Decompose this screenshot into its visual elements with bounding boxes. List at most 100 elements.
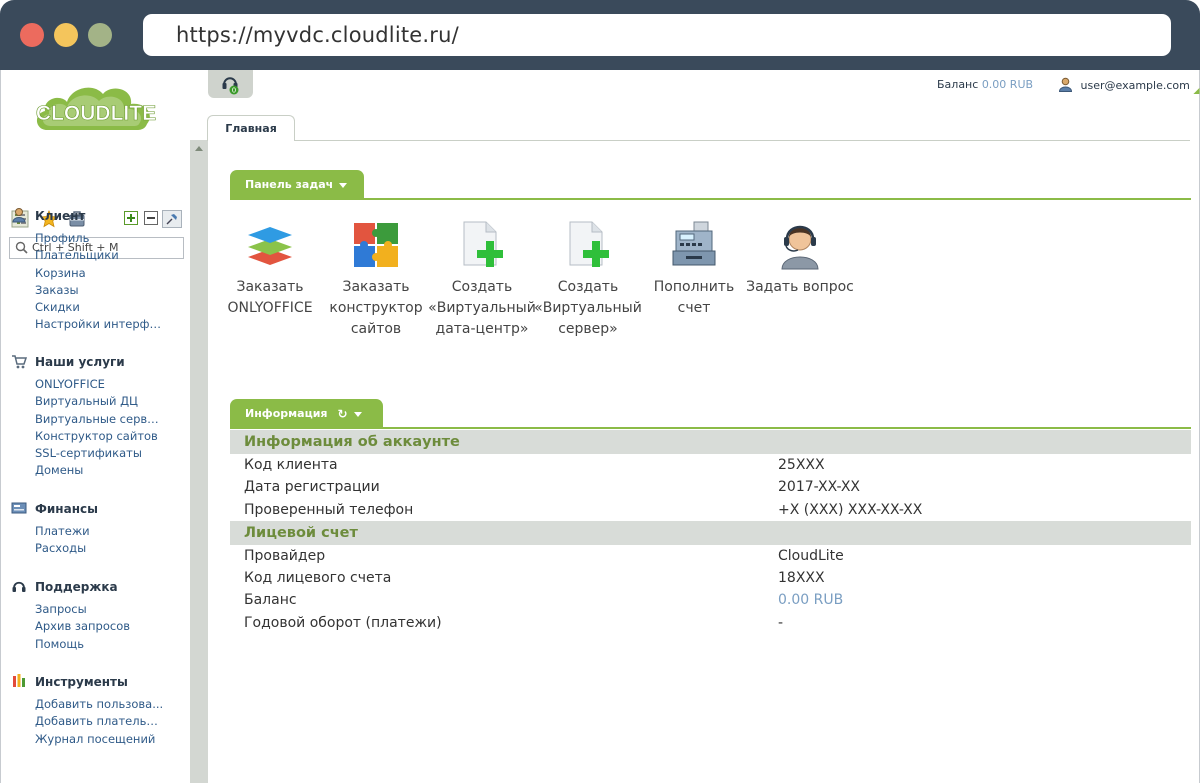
chevron-down-icon[interactable] — [353, 411, 362, 417]
nav-section-tools: Инструменты Добавить пользова... Добавит… — [11, 673, 165, 748]
cash-register-icon — [672, 221, 716, 266]
sidebar-item-payers[interactable]: Плательщики — [35, 247, 165, 264]
nav-head-support[interactable]: Поддержка — [11, 578, 165, 596]
row-key: Проверенный телефон — [244, 501, 414, 518]
sidebar-item-domains[interactable]: Домены — [35, 462, 165, 479]
taskpanel-header[interactable]: Панель задач — [230, 170, 364, 199]
infopanel-divider — [230, 427, 1191, 429]
support-agent-icon — [781, 225, 819, 270]
table-row: Годовой оборот (платежи) - — [230, 612, 1191, 634]
sidebar-item-add-user[interactable]: Добавить пользова... — [35, 696, 165, 713]
headset-icon — [11, 578, 27, 599]
taskpanel-divider — [230, 198, 1191, 200]
tools-icon — [11, 673, 27, 694]
user-menu[interactable]: user@example.com ◢ — [1058, 77, 1200, 95]
support-button[interactable]: 0 — [208, 70, 253, 98]
right-edge — [1191, 98, 1199, 783]
sidebar: CLOUDLITE Ctrl + Shift + M Клиент Профил… — [1, 70, 190, 783]
sidebar-item-expenses[interactable]: Расходы — [35, 540, 165, 557]
task-create-virtual-dc[interactable]: Создать «Виртуальный дата-центр» — [428, 219, 536, 340]
row-key: Годовой оборот (платежи) — [244, 614, 442, 631]
task-label: Заказать конструктор сайтов — [329, 279, 423, 337]
sidebar-item-help[interactable]: Помощь — [35, 636, 165, 653]
maximize-window-button[interactable] — [88, 23, 112, 47]
nav-section-services: Наши услуги ONLYOFFICE Виртуальный ДЦ Ви… — [11, 353, 165, 480]
task-order-onlyoffice[interactable]: Заказать ONLYOFFICE — [216, 219, 324, 319]
row-value: +X (XXX) XXX-XX-XX — [778, 501, 923, 518]
balance-value[interactable]: 0.00 RUB — [982, 78, 1033, 91]
address-bar[interactable]: https://myvdc.cloudlite.ru/ — [143, 14, 1171, 56]
infopanel-header[interactable]: Информация ↻ — [230, 399, 383, 428]
sidebar-item-request-archive[interactable]: Архив запросов — [35, 618, 165, 635]
task-top-up-balance[interactable]: Пополнить счет — [640, 219, 748, 319]
support-badge: 0 — [232, 87, 236, 95]
nav-section-support: Поддержка Запросы Архив запросов Помощь — [11, 578, 165, 653]
sidebar-item-site-builder[interactable]: Конструктор сайтов — [35, 428, 165, 445]
logo-text: CLOUDLITE — [36, 102, 156, 125]
nav-head-tools[interactable]: Инструменты — [11, 673, 165, 691]
row-key: Код клиента — [244, 457, 338, 473]
table-row: Код клиента 25XXX — [230, 454, 1191, 476]
minimize-window-button[interactable] — [54, 23, 78, 47]
browser-chrome: https://myvdc.cloudlite.ru/ — [0, 0, 1200, 70]
new-document-icon — [463, 221, 503, 267]
row-key: Баланс — [244, 592, 297, 609]
main-content: Панель задач Заказать ONLYOFFICE Заказат… — [208, 141, 1191, 783]
balance-label: Баланс — [937, 78, 979, 91]
sidebar-item-requests[interactable]: Запросы — [35, 601, 165, 618]
sidebar-item-payments[interactable]: Платежи — [35, 523, 165, 540]
collapse-arrow-icon[interactable] — [195, 146, 203, 151]
sidebar-item-visit-log[interactable]: Журнал посещений — [35, 731, 165, 748]
refresh-icon[interactable]: ↻ — [338, 400, 348, 429]
user-avatar-icon — [1058, 77, 1073, 95]
onlyoffice-icon — [248, 227, 292, 265]
finance-icon — [11, 500, 27, 521]
table-row: Проверенный телефон +X (XXX) XXX-XX-XX — [230, 499, 1191, 521]
sidebar-splitter[interactable] — [190, 140, 208, 783]
nav-section-client: Клиент Профиль Плательщики Корзина Заказ… — [11, 207, 165, 334]
puzzle-icon — [354, 223, 398, 267]
cart-icon — [11, 353, 28, 374]
table-row: Дата регистрации 2017-XX-XX — [230, 476, 1191, 498]
sidebar-item-virtual-dc[interactable]: Виртуальный ДЦ — [35, 393, 165, 410]
info-table: Информация об аккаунте Код клиента 25XXX… — [230, 430, 1191, 634]
table-row: Провайдер CloudLite — [230, 545, 1191, 567]
infopanel-title: Информация — [245, 407, 328, 420]
sidebar-item-onlyoffice[interactable]: ONLYOFFICE — [35, 376, 165, 393]
task-ask-question[interactable]: Задать вопрос — [746, 219, 854, 298]
close-window-button[interactable] — [20, 23, 44, 47]
row-value: 25XXX — [778, 457, 825, 473]
balance-display: Баланс 0.00 RUB — [937, 78, 1033, 91]
table-row: Код лицевого счета 18XXX — [230, 567, 1191, 589]
sidebar-item-cart[interactable]: Корзина — [35, 265, 165, 282]
row-key: Код лицевого счета — [244, 570, 392, 587]
user-icon — [11, 207, 27, 228]
row-value: 18XXX — [778, 570, 825, 587]
sidebar-item-interface-settings[interactable]: Настройки интерфе... — [35, 316, 165, 333]
nav-head-finance[interactable]: Финансы — [11, 500, 165, 518]
task-label: Задать вопрос — [746, 279, 854, 295]
sidebar-item-orders[interactable]: Заказы — [35, 282, 165, 299]
new-document-icon — [569, 221, 609, 267]
user-dropdown-icon[interactable]: ◢ — [1193, 86, 1199, 95]
task-label: Создать «Виртуальный дата-центр» — [428, 279, 536, 337]
sidebar-item-add-payer[interactable]: Добавить плательщ... — [35, 713, 165, 730]
cloudlite-logo[interactable]: CLOUDLITE — [33, 74, 159, 136]
task-create-virtual-server[interactable]: Создать «Виртуальный сервер» — [534, 219, 642, 340]
sidebar-item-profile[interactable]: Профиль — [35, 230, 165, 247]
nav-head-services[interactable]: Наши услуги — [11, 353, 165, 371]
nav-head-client[interactable]: Клиент — [11, 207, 165, 225]
sidebar-item-virtual-servers[interactable]: Виртуальные сервера — [35, 411, 165, 428]
chevron-down-icon[interactable] — [339, 182, 348, 188]
sidebar-item-ssl[interactable]: SSL-сертификаты — [35, 445, 165, 462]
user-email[interactable]: user@example.com — [1081, 79, 1190, 92]
tab-main[interactable]: Главная — [207, 115, 295, 141]
table-row: Баланс 0.00 RUB — [230, 589, 1191, 611]
task-order-site-builder[interactable]: Заказать конструктор сайтов — [322, 219, 430, 340]
sidebar-item-discounts[interactable]: Скидки — [35, 299, 165, 316]
task-label: Пополнить счет — [653, 279, 735, 316]
nav-section-finance: Финансы Платежи Расходы — [11, 500, 165, 558]
taskpanel-title: Панель задач — [245, 178, 334, 191]
balance-link[interactable]: 0.00 RUB — [778, 589, 843, 611]
row-key: Дата регистрации — [244, 479, 380, 496]
